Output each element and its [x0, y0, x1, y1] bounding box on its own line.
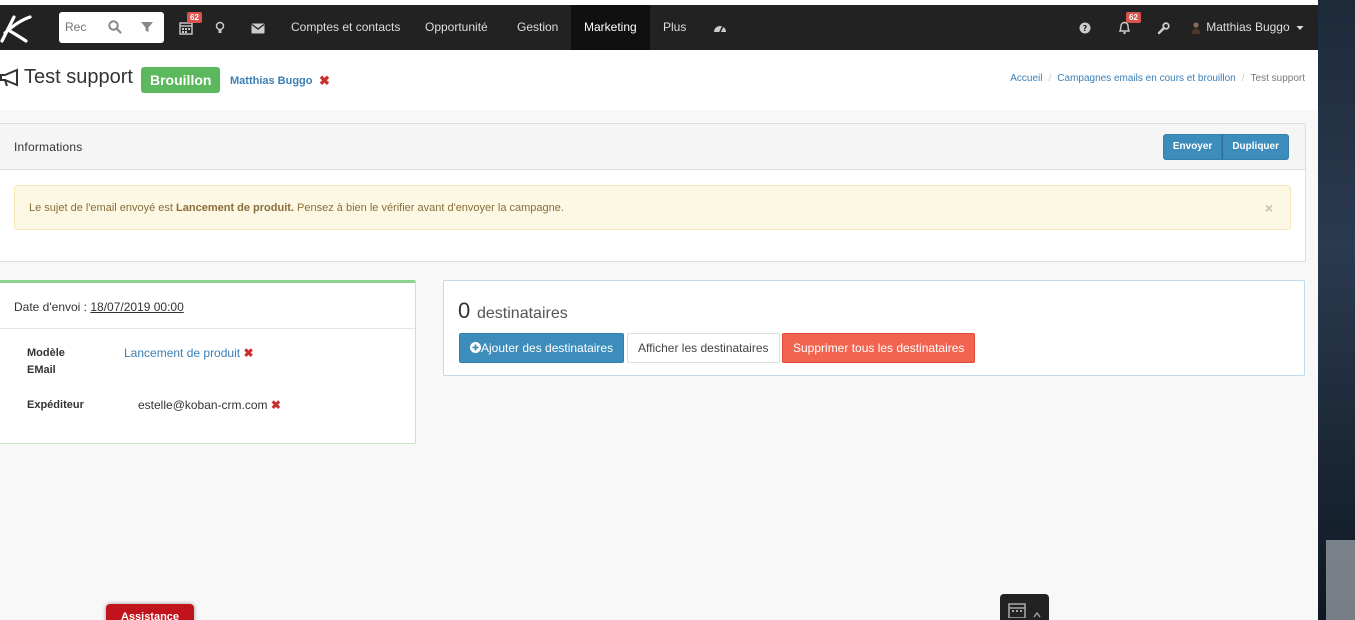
breadcrumb: Accueil / Campagnes emails en cours et bro… [1010, 73, 1305, 84]
duplicate-button[interactable]: Dupliquer [1222, 134, 1289, 160]
action-button-group: Envoyer Dupliquer [1162, 134, 1289, 160]
sender-value: estelle@koban-crm.com ✖ [138, 397, 281, 414]
sender-email: estelle@koban-crm.com [138, 398, 268, 412]
informations-title: Informations [14, 140, 83, 154]
send-date-label: Date d'envoi : 18/07/2019 00:00 [14, 300, 184, 314]
send-date-header: Date d'envoi : 18/07/2019 00:00 [0, 283, 415, 329]
send-date-caption: Date d'envoi : [14, 300, 91, 314]
nav-opportunite[interactable]: Opportunité [412, 5, 501, 50]
template-label: Modèle EMail [27, 345, 65, 379]
nav-comptes-contacts[interactable]: Comptes et contacts [278, 5, 413, 50]
alert-message: Le sujet de l'email envoyé est Lancement… [29, 202, 564, 214]
recipients-label: destinataires [477, 305, 568, 322]
nav-marketing[interactable]: Marketing [571, 5, 650, 50]
bullhorn-icon [0, 68, 18, 87]
subject-warning-alert: Le sujet de l'email envoyé est Lancement… [14, 185, 1291, 230]
template-value[interactable]: Lancement de produit ✖ [124, 345, 254, 362]
user-name: Matthias Buggo [1206, 20, 1290, 34]
app-window: 62 Comptes et contacts Opportunité Gesti… [0, 0, 1318, 620]
recipients-box: 0 destinataires Ajouter des destinataire… [443, 280, 1305, 376]
help-icon[interactable]: ? [1077, 18, 1093, 38]
wrench-icon[interactable] [1155, 18, 1171, 38]
template-label-line-2: EMail [27, 364, 56, 376]
plus-circle-icon [470, 342, 481, 353]
koban-logo[interactable] [0, 11, 32, 45]
lightbulb-icon[interactable] [213, 18, 227, 38]
send-date-value[interactable]: 18/07/2019 00:00 [90, 300, 183, 314]
delete-all-recipients-button[interactable]: Supprimer tous les destinataires [782, 333, 976, 363]
dashboard-icon[interactable] [711, 18, 729, 38]
breadcrumb-current: Test support [1250, 73, 1305, 84]
nav-plus[interactable]: Plus [650, 5, 699, 50]
nav-gestion[interactable]: Gestion [504, 5, 571, 50]
owner-link[interactable]: Matthias Buggo [230, 75, 313, 87]
caret-down-icon [1296, 25, 1304, 30]
sender-label: Expéditeur [27, 399, 84, 411]
alert-prefix: Le sujet de l'email envoyé est [29, 202, 177, 214]
svg-text:?: ? [1083, 24, 1088, 33]
page-header: Test support Brouillon Matthias Buggo ✖ … [0, 50, 1318, 110]
add-recipients-button[interactable]: Ajouter des destinataires [459, 333, 625, 363]
send-button[interactable]: Envoyer [1162, 134, 1223, 160]
assistance-tab[interactable]: Assistance [106, 604, 194, 620]
desktop-background-strip [1318, 0, 1355, 620]
search-input[interactable] [65, 19, 93, 35]
search-box [59, 12, 164, 43]
remove-sender-icon[interactable]: ✖ [271, 398, 281, 412]
chevron-up-icon [1033, 612, 1041, 618]
filter-icon[interactable] [139, 19, 155, 35]
remove-owner-icon[interactable]: ✖ [319, 73, 330, 89]
user-menu[interactable]: Matthias Buggo [1191, 5, 1304, 50]
breadcrumb-home[interactable]: Accueil [1010, 73, 1042, 84]
template-link[interactable]: Lancement de produit [124, 346, 240, 360]
informations-panel-header: Informations Envoyer Dupliquer [0, 124, 1305, 170]
template-label-line-1: Modèle [27, 347, 65, 359]
breadcrumb-campaigns[interactable]: Campagnes emails en cours et brouillon [1057, 73, 1235, 84]
calendar-badge: 62 [187, 12, 202, 23]
campaign-details-box: Date d'envoi : 18/07/2019 00:00 Modèle EM… [0, 280, 416, 444]
calendar-widget-icon [1008, 603, 1026, 618]
desktop-background-detail [1326, 540, 1355, 620]
close-icon[interactable]: × [1265, 200, 1273, 216]
top-navbar: 62 Comptes et contacts Opportunité Gesti… [0, 0, 1318, 50]
calendar-widget[interactable] [1000, 594, 1049, 620]
envelope-icon[interactable] [250, 18, 266, 38]
remove-template-icon[interactable]: ✖ [243, 346, 253, 360]
notifications-badge: 62 [1126, 12, 1141, 23]
show-recipients-button[interactable]: Afficher les destinataires [627, 333, 780, 363]
informations-panel: Informations Envoyer Dupliquer Le sujet … [0, 123, 1306, 262]
avatar [1191, 22, 1200, 34]
add-recipients-label: Ajouter des destinataires [481, 341, 614, 355]
alert-suffix: Pensez à bien le vérifier avant d'envoye… [294, 202, 564, 214]
search-icon[interactable] [107, 19, 123, 35]
status-badge: Brouillon [141, 67, 221, 93]
recipients-count: 0 [458, 298, 471, 323]
page-title: Test support [24, 66, 133, 88]
alert-subject: Lancement de produit. [176, 202, 294, 214]
